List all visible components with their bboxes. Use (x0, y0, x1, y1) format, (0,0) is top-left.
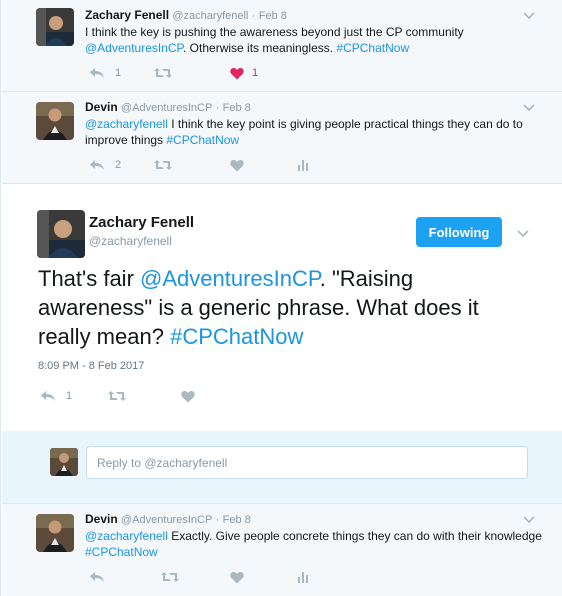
user-handle[interactable]: @zacharyfenell (172, 10, 248, 22)
reply-composer: Reply to @zacharyfenell (2, 431, 562, 503)
reply-count: 1 (66, 390, 73, 402)
reply-input[interactable]: Reply to @zacharyfenell (86, 446, 528, 479)
my-avatar (50, 448, 78, 476)
like-button[interactable]: 1 (230, 66, 258, 80)
tweet-timestamp[interactable]: 8:09 PM - 8 Feb 2017 (38, 360, 144, 372)
reply-icon (90, 68, 104, 78)
hashtag-link[interactable]: #CPChatNow (170, 324, 303, 349)
hashtag-link[interactable]: #CPChatNow (85, 545, 158, 559)
separator-dot: · (251, 10, 256, 22)
like-button[interactable] (181, 389, 195, 403)
chevron-down-icon[interactable] (522, 8, 536, 20)
tweet-text: That's fair @AdventuresInCP. "Raising aw… (38, 264, 528, 351)
tweet-date[interactable]: Feb 8 (223, 102, 251, 114)
tweet-text: @zacharyfenell I think the key point is … (85, 116, 545, 148)
tweet-devin-2[interactable]: Devin @AdventuresInCP · Feb 8 @zacharyfe… (2, 503, 562, 596)
retweet-icon (154, 160, 172, 170)
like-icon (181, 390, 195, 402)
user-name[interactable]: Zachary Fenell (85, 8, 169, 22)
tweet-header: Devin @AdventuresInCP · Feb 8 (85, 100, 251, 115)
tweet-date[interactable]: Feb 8 (223, 514, 251, 526)
like-icon (230, 159, 244, 171)
mention-link[interactable]: @AdventuresInCP (140, 266, 320, 291)
chevron-down-icon[interactable] (522, 512, 536, 524)
user-handle[interactable]: @AdventuresInCP (121, 514, 212, 526)
retweet-button[interactable] (154, 66, 172, 80)
avatar[interactable] (36, 8, 74, 46)
analytics-button[interactable] (297, 158, 309, 172)
user-name[interactable]: Zachary Fenell (89, 214, 194, 232)
conversation-panel: Zachary Fenell @zacharyfenell · Feb 8 I … (0, 0, 562, 596)
analytics-icon (298, 160, 308, 171)
avatar[interactable] (37, 210, 85, 258)
tweet-text-body: That's fair (38, 266, 141, 291)
like-count: 1 (252, 67, 259, 79)
chevron-down-icon[interactable] (516, 226, 530, 238)
focused-tweet: Zachary Fenell @zacharyfenell Following … (2, 184, 562, 431)
hashtag-link[interactable]: #CPChatNow (336, 41, 409, 55)
tweet-text-body: I think the key is pushing the awareness… (85, 25, 464, 39)
reply-button[interactable] (89, 570, 105, 584)
reply-button[interactable]: 1 (40, 389, 72, 403)
retweet-icon (154, 68, 172, 78)
avatar[interactable] (36, 102, 74, 140)
tweet-text: @zacharyfenell Exactly. Give people conc… (85, 528, 545, 560)
mention-link[interactable]: @zacharyfenell (85, 117, 168, 131)
retweet-icon (108, 391, 126, 401)
reply-placeholder: Reply to @zacharyfenell (97, 455, 228, 470)
retweet-button[interactable] (161, 570, 179, 584)
tweet-devin-1[interactable]: Devin @AdventuresInCP · Feb 8 @zacharyfe… (2, 92, 562, 184)
like-icon (230, 67, 244, 79)
retweet-button[interactable] (154, 158, 172, 172)
tweet-header: Zachary Fenell @zacharyfenell · Feb 8 (85, 8, 287, 23)
reply-button[interactable]: 2 (89, 158, 121, 172)
user-name[interactable]: Devin (85, 512, 118, 526)
retweet-button[interactable] (108, 389, 126, 403)
tweet-date[interactable]: Feb 8 (259, 10, 287, 22)
user-handle[interactable]: @AdventuresInCP (121, 102, 212, 114)
hashtag-link[interactable]: #CPChatNow (166, 133, 239, 147)
reply-icon (90, 160, 104, 170)
chevron-down-icon[interactable] (522, 100, 536, 112)
reply-count: 2 (115, 159, 122, 171)
like-button[interactable] (230, 158, 244, 172)
following-button[interactable]: Following (416, 217, 502, 247)
mention-link[interactable]: @zacharyfenell (85, 529, 168, 543)
reply-count: 1 (115, 67, 122, 79)
like-icon (230, 571, 244, 583)
tweet-text-body: Exactly. Give people concrete things the… (167, 529, 542, 543)
mention-link[interactable]: @AdventuresInCP (85, 41, 183, 55)
tweet-zachary-1[interactable]: Zachary Fenell @zacharyfenell · Feb 8 I … (2, 0, 562, 92)
retweet-icon (161, 572, 179, 582)
tweet-header: Devin @AdventuresInCP · Feb 8 (85, 512, 251, 527)
tweet-text: I think the key is pushing the awareness… (85, 24, 545, 56)
user-handle[interactable]: @zacharyfenell (89, 234, 172, 248)
user-name[interactable]: Devin (85, 100, 118, 114)
avatar[interactable] (36, 514, 74, 552)
tweet-text-body: . Otherwise its meaningless. (183, 41, 337, 55)
reply-button[interactable]: 1 (89, 66, 121, 80)
reply-icon (90, 572, 104, 582)
separator-dot: · (215, 514, 220, 526)
like-button[interactable] (230, 570, 244, 584)
analytics-button[interactable] (297, 570, 309, 584)
analytics-icon (298, 572, 308, 583)
reply-icon (41, 391, 55, 401)
separator-dot: · (215, 102, 220, 114)
